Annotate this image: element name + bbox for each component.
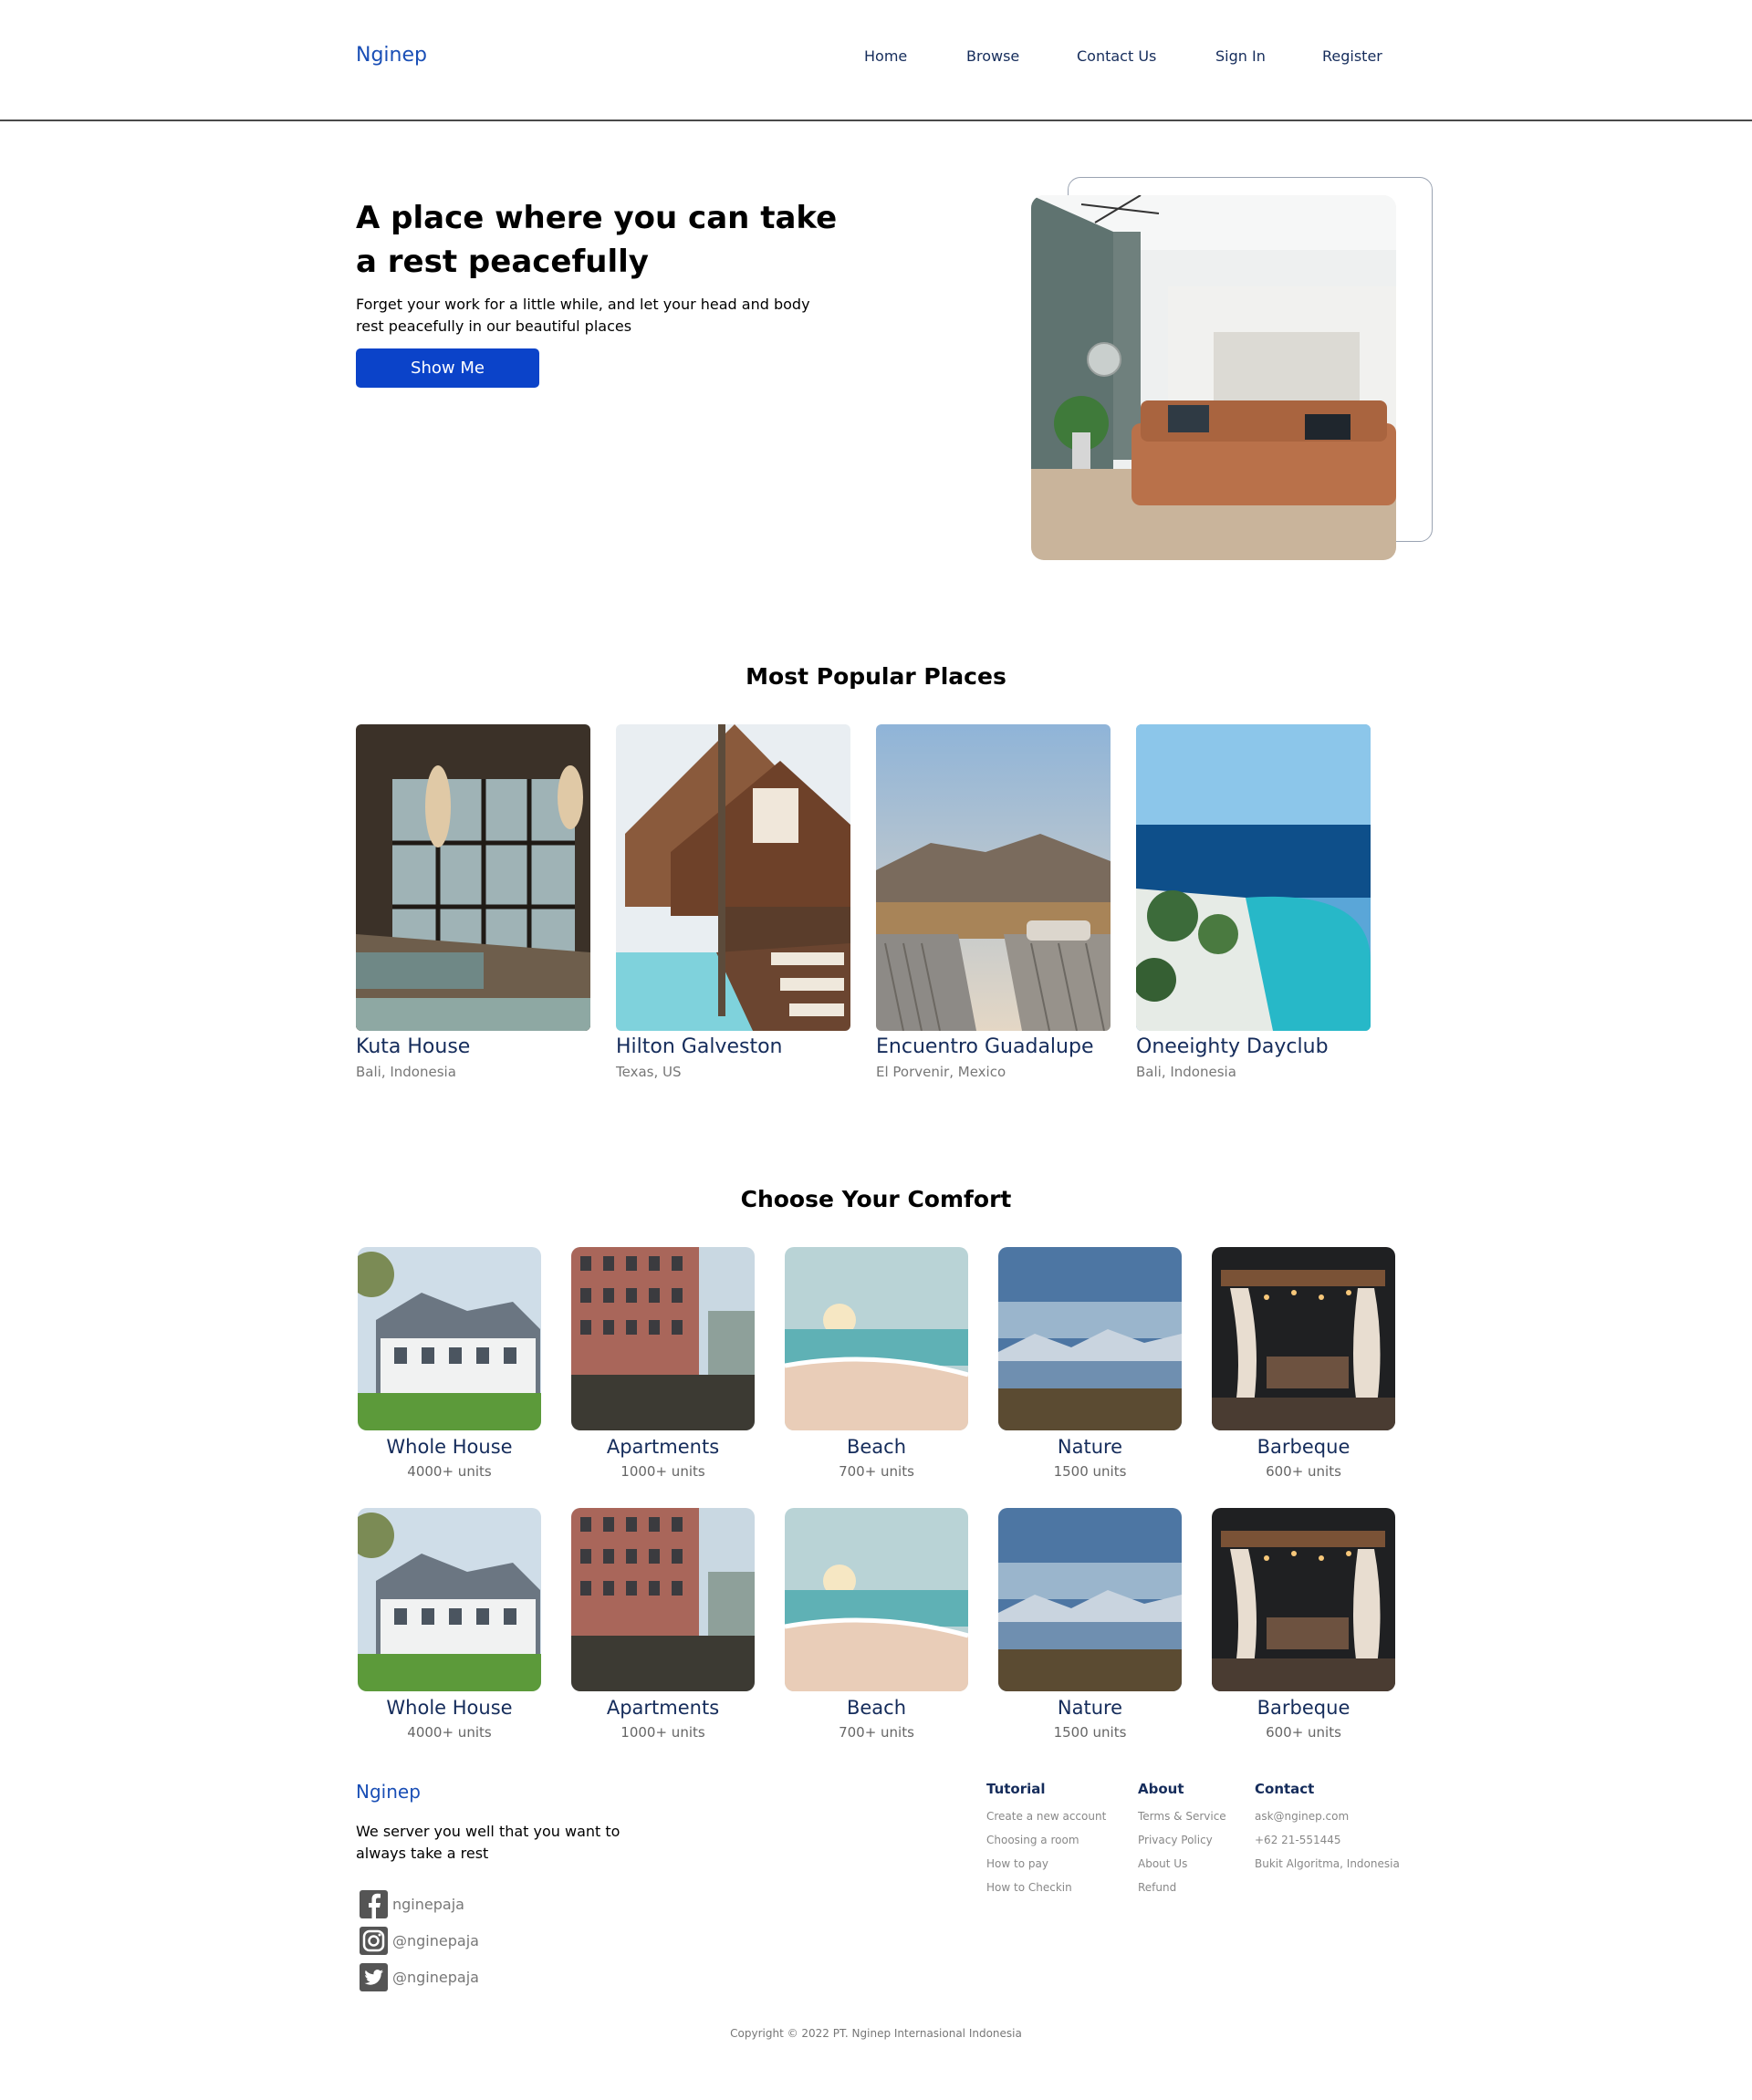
comfort-name: Whole House bbox=[386, 1436, 513, 1458]
popular-card[interactable]: Kuta House Bali, Indonesia bbox=[356, 724, 590, 1080]
comfort-units: 1000+ units bbox=[620, 1463, 705, 1480]
footer-link[interactable]: How to pay bbox=[986, 1857, 1106, 1870]
footer-link[interactable]: Privacy Policy bbox=[1138, 1834, 1226, 1846]
place-location: El Porvenir, Mexico bbox=[876, 1064, 1006, 1080]
social-facebook[interactable]: nginepaja bbox=[360, 1890, 597, 1919]
footer-column-contact: Contact ask@nginep.com +62 21-551445 Buk… bbox=[1255, 1781, 1400, 1881]
comfort-card-apartments[interactable]: Apartments 1000+ units bbox=[571, 1508, 755, 1741]
footer-link[interactable]: Terms & Service bbox=[1138, 1810, 1226, 1823]
main-nav: Home Browse Contact Us Sign In Register bbox=[0, 47, 1752, 69]
show-me-button[interactable]: Show Me bbox=[356, 348, 539, 388]
comfort-card-nature[interactable]: Nature 1500 units bbox=[998, 1508, 1182, 1741]
kuta-house-image bbox=[356, 724, 590, 1031]
nav-contact-link[interactable]: Contact Us bbox=[1077, 47, 1156, 65]
comfort-card-apartments[interactable]: Apartments 1000+ units bbox=[571, 1247, 755, 1480]
popular-card[interactable]: Encuentro Guadalupe El Porvenir, Mexico bbox=[876, 724, 1111, 1080]
whole-house-image bbox=[358, 1247, 541, 1430]
copyright-text: Copyright © 2022 PT. Nginep Internasiona… bbox=[730, 2027, 1022, 2040]
comfort-units: 600+ units bbox=[1266, 1724, 1341, 1741]
facebook-handle: nginepaja bbox=[392, 1896, 464, 1913]
place-location: Bali, Indonesia bbox=[356, 1064, 456, 1080]
comfort-card-beach[interactable]: Beach 700+ units bbox=[785, 1247, 968, 1480]
contact-email-link[interactable]: ask@nginep.com bbox=[1255, 1810, 1400, 1823]
comfort-name: Barbeque bbox=[1257, 1697, 1350, 1719]
comfort-name: Whole House bbox=[386, 1697, 513, 1719]
comfort-units: 700+ units bbox=[839, 1463, 914, 1480]
twitter-icon bbox=[360, 1963, 388, 1991]
comfort-card-barbeque[interactable]: Barbeque 600+ units bbox=[1212, 1508, 1395, 1741]
comfort-name: Barbeque bbox=[1257, 1436, 1350, 1458]
comfort-name: Apartments bbox=[606, 1697, 720, 1719]
twitter-handle: @nginepaja bbox=[392, 1969, 479, 1986]
hero-description: Forget your work for a little while, and… bbox=[356, 296, 810, 335]
social-twitter[interactable]: @nginepaja bbox=[360, 1963, 597, 1992]
contact-address: Bukit Algoritma, Indonesia bbox=[1255, 1857, 1400, 1870]
nav-browse-link[interactable]: Browse bbox=[966, 47, 1019, 65]
comfort-units: 4000+ units bbox=[407, 1724, 492, 1741]
nature-image bbox=[998, 1508, 1182, 1691]
instagram-icon bbox=[360, 1927, 388, 1955]
comfort-name: Beach bbox=[846, 1436, 907, 1458]
comfort-card-beach[interactable]: Beach 700+ units bbox=[785, 1508, 968, 1741]
nav-home-link[interactable]: Home bbox=[864, 47, 907, 65]
comfort-section-title: Choose Your Comfort bbox=[740, 1186, 1012, 1212]
comfort-card-whole-house[interactable]: Whole House 4000+ units bbox=[358, 1247, 541, 1480]
footer-logo[interactable]: Nginep bbox=[356, 1781, 421, 1803]
footer-column-tutorial: Tutorial Create a new account Choosing a… bbox=[986, 1781, 1106, 1905]
footer-link[interactable]: Create a new account bbox=[986, 1810, 1106, 1823]
comfort-card-barbeque[interactable]: Barbeque 600+ units bbox=[1212, 1247, 1395, 1480]
footer-link[interactable]: How to Checkin bbox=[986, 1881, 1106, 1894]
comfort-name: Apartments bbox=[606, 1436, 720, 1458]
apartments-image bbox=[571, 1508, 755, 1691]
footer-column-title: Contact bbox=[1255, 1781, 1315, 1797]
comfort-units: 1500 units bbox=[1053, 1724, 1127, 1741]
comfort-name: Nature bbox=[1057, 1436, 1123, 1458]
hero-title: A place where you can take a rest peacef… bbox=[356, 196, 867, 284]
barbeque-image bbox=[1212, 1508, 1395, 1691]
footer-link[interactable]: Refund bbox=[1138, 1881, 1226, 1894]
comfort-card-nature[interactable]: Nature 1500 units bbox=[998, 1247, 1182, 1480]
apartments-image bbox=[571, 1247, 755, 1430]
whole-house-image bbox=[358, 1508, 541, 1691]
footer-column-about: About Terms & Service Privacy Policy Abo… bbox=[1138, 1781, 1226, 1905]
barbeque-image bbox=[1212, 1247, 1395, 1430]
beach-image bbox=[785, 1247, 968, 1430]
hilton-galveston-image bbox=[616, 724, 850, 1031]
footer-tagline: We server you well that you want to alwa… bbox=[356, 1823, 620, 1862]
place-name: Encuentro Guadalupe bbox=[876, 1035, 1094, 1058]
nature-image bbox=[998, 1247, 1182, 1430]
facebook-icon bbox=[360, 1890, 388, 1918]
comfort-card-whole-house[interactable]: Whole House 4000+ units bbox=[358, 1508, 541, 1741]
encuentro-guadalupe-image bbox=[876, 724, 1111, 1031]
hero-living-room-image bbox=[1031, 195, 1396, 560]
nav-signin-link[interactable]: Sign In bbox=[1215, 47, 1266, 65]
footer-column-title: Tutorial bbox=[986, 1781, 1046, 1797]
place-location: Texas, US bbox=[616, 1064, 682, 1080]
instagram-handle: @nginepaja bbox=[392, 1932, 479, 1949]
footer-link[interactable]: Choosing a room bbox=[986, 1834, 1106, 1846]
site-header: Nginep Home Browse Contact Us Sign In Re… bbox=[0, 0, 1752, 121]
comfort-units: 700+ units bbox=[839, 1724, 914, 1741]
footer-column-title: About bbox=[1138, 1781, 1184, 1797]
place-location: Bali, Indonesia bbox=[1136, 1064, 1236, 1080]
hero-title-plain: A place where you can bbox=[356, 200, 761, 236]
popular-section-title: Most Popular Places bbox=[746, 663, 1006, 690]
oneeighty-dayclub-image bbox=[1136, 724, 1371, 1031]
beach-image bbox=[785, 1508, 968, 1691]
comfort-units: 1500 units bbox=[1053, 1463, 1127, 1480]
place-name: Hilton Galveston bbox=[616, 1035, 783, 1058]
social-instagram[interactable]: @nginepaja bbox=[360, 1927, 597, 1956]
place-name: Oneeighty Dayclub bbox=[1136, 1035, 1329, 1058]
comfort-name: Beach bbox=[846, 1697, 907, 1719]
place-name: Kuta House bbox=[356, 1035, 471, 1058]
comfort-units: 1000+ units bbox=[620, 1724, 705, 1741]
nav-register-link[interactable]: Register bbox=[1322, 47, 1382, 65]
comfort-units: 4000+ units bbox=[407, 1463, 492, 1480]
popular-card[interactable]: Hilton Galveston Texas, US bbox=[616, 724, 850, 1080]
footer-link[interactable]: About Us bbox=[1138, 1857, 1226, 1870]
comfort-name: Nature bbox=[1057, 1697, 1123, 1719]
popular-card[interactable]: Oneeighty Dayclub Bali, Indonesia bbox=[1136, 724, 1371, 1080]
contact-phone-link[interactable]: +62 21-551445 bbox=[1255, 1834, 1400, 1846]
comfort-units: 600+ units bbox=[1266, 1463, 1341, 1480]
